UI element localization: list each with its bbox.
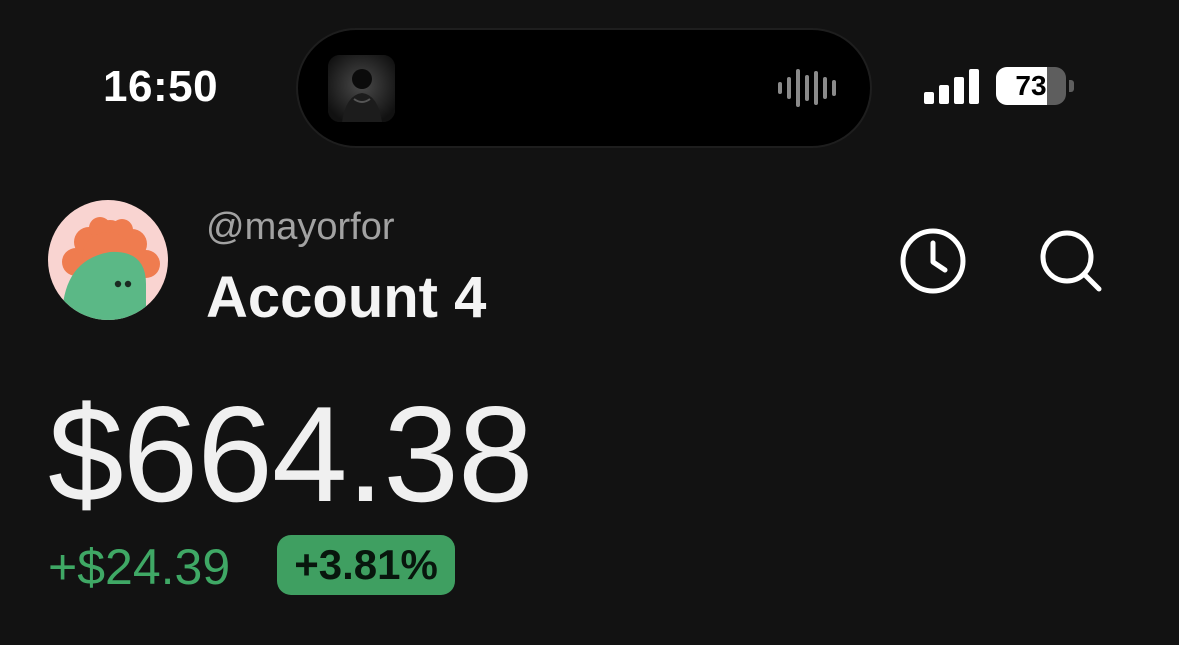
username: @mayorfor [206, 206, 395, 248]
search-icon [1040, 230, 1102, 292]
battery-icon: 73 [996, 67, 1076, 107]
audio-waveform-icon [778, 69, 836, 107]
album-art-thumbnail[interactable] [328, 55, 395, 122]
status-time: 16:50 [103, 62, 219, 111]
history-button[interactable] [898, 226, 968, 296]
search-button[interactable] [1036, 226, 1106, 296]
battery-level: 73 [1015, 70, 1047, 101]
dynamic-island[interactable] [298, 30, 870, 146]
change-percent-badge[interactable]: +3.81% [277, 535, 455, 595]
account-name[interactable]: Account 4 [206, 264, 486, 331]
cellular-signal-icon [924, 69, 979, 104]
clock-icon [900, 228, 966, 294]
portfolio-balance: $664.38 [48, 378, 534, 530]
avatar[interactable] [48, 200, 168, 320]
change-amount: +$24.39 [48, 539, 231, 595]
